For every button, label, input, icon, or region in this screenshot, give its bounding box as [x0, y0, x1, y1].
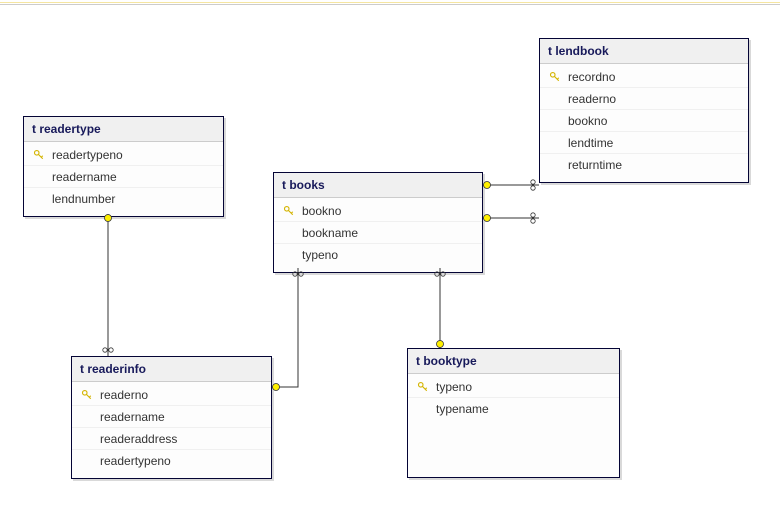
column-row[interactable]: returntime	[540, 154, 748, 176]
entity-title[interactable]: t readerinfo	[72, 357, 271, 382]
column-row[interactable]: recordno	[540, 66, 748, 88]
column-row[interactable]: readername	[72, 406, 271, 428]
column-name: lendnumber	[48, 192, 215, 206]
column-row[interactable]: bookno	[274, 200, 482, 222]
column-row[interactable]: readername	[24, 166, 223, 188]
entity-columns: typeno typename	[408, 374, 619, 477]
column-row[interactable]: typename	[408, 398, 619, 420]
column-row[interactable]: typeno	[274, 244, 482, 266]
entity-books[interactable]: t books bookno bookname typeno	[273, 172, 483, 273]
column-row[interactable]: readeraddress	[72, 428, 271, 450]
entity-columns: readertypeno readername lendnumber	[24, 142, 223, 216]
column-row[interactable]: bookname	[274, 222, 482, 244]
column-name: readertypeno	[48, 148, 215, 162]
pk-key-icon	[280, 205, 298, 217]
column-row[interactable]: bookno	[540, 110, 748, 132]
column-name: readerno	[96, 388, 263, 402]
column-name: bookno	[564, 114, 740, 128]
column-row[interactable]: readerno	[72, 384, 271, 406]
column-row[interactable]: readerno	[540, 88, 748, 110]
column-name: readeraddress	[96, 432, 263, 446]
entity-readerinfo[interactable]: t readerinfo readerno readername readera…	[71, 356, 272, 479]
column-row[interactable]: typeno	[408, 376, 619, 398]
column-name: readername	[96, 410, 263, 424]
entity-lendbook[interactable]: t lendbook recordno readerno bookno lend…	[539, 38, 749, 183]
column-row[interactable]: readertypeno	[24, 144, 223, 166]
window-top-border2	[0, 4, 780, 5]
column-name: readerno	[564, 92, 740, 106]
column-row[interactable]: lendtime	[540, 132, 748, 154]
column-name: typename	[432, 402, 611, 416]
column-name: readertypeno	[96, 454, 263, 468]
pk-key-icon	[30, 149, 48, 161]
entity-title[interactable]: t books	[274, 173, 482, 198]
entity-title[interactable]: t booktype	[408, 349, 619, 374]
entity-title[interactable]: t readertype	[24, 117, 223, 142]
column-name: readername	[48, 170, 215, 184]
entity-columns: readerno readername readeraddress reader…	[72, 382, 271, 478]
column-name: recordno	[564, 70, 740, 84]
column-name: bookno	[298, 204, 474, 218]
column-name: bookname	[298, 226, 474, 240]
pk-key-icon	[414, 381, 432, 393]
pk-key-icon	[78, 389, 96, 401]
entity-title[interactable]: t lendbook	[540, 39, 748, 64]
column-row[interactable]: readertypeno	[72, 450, 271, 472]
window-top-border	[0, 2, 780, 3]
column-name: typeno	[298, 248, 474, 262]
column-name: lendtime	[564, 136, 740, 150]
entity-readertype[interactable]: t readertype readertypeno readername len…	[23, 116, 224, 217]
column-name: typeno	[432, 380, 611, 394]
column-row[interactable]: lendnumber	[24, 188, 223, 210]
entity-columns: recordno readerno bookno lendtime return…	[540, 64, 748, 182]
entity-booktype[interactable]: t booktype typeno typename	[407, 348, 620, 478]
column-name: returntime	[564, 158, 740, 172]
entity-columns: bookno bookname typeno	[274, 198, 482, 272]
pk-key-icon	[546, 71, 564, 83]
